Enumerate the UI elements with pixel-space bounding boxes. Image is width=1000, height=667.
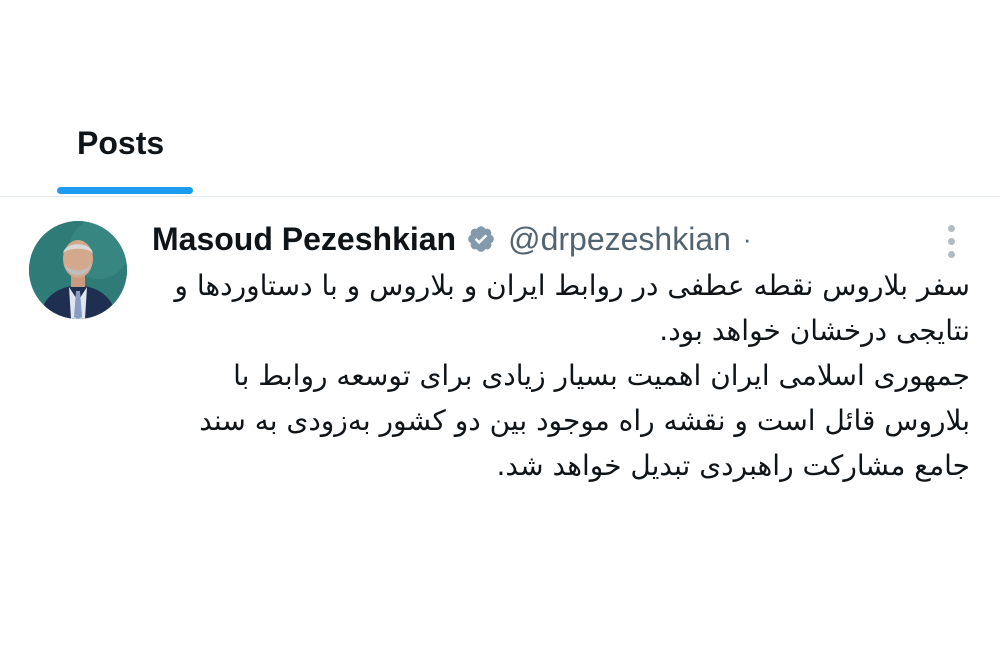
more-vertical-icon-dot [948, 238, 955, 245]
more-vertical-icon-dot [948, 251, 955, 258]
verified-badge-icon [466, 224, 496, 254]
tab-posts-label: Posts [77, 125, 165, 161]
active-tab-indicator [57, 187, 193, 194]
avatar[interactable] [29, 221, 127, 319]
post-paragraph: سفر بلاروس نقطه عطفی در روابط ایران و بل… [174, 269, 970, 347]
post-text: سفر بلاروس نقطه عطفی در روابط ایران و بل… [140, 263, 970, 488]
post-paragraph: جمهوری اسلامی ایران اهمیت بسیار زیادی بر… [199, 359, 970, 482]
post-item[interactable]: Masoud Pezeshkian @drpezeshkian · سفر بل… [0, 197, 1000, 667]
more-vertical-icon [948, 225, 955, 232]
display-name[interactable]: Masoud Pezeshkian [152, 221, 456, 258]
post-header: Masoud Pezeshkian @drpezeshkian · [152, 217, 752, 261]
tab-posts[interactable]: Posts [57, 110, 193, 196]
separator-dot: · [742, 223, 752, 254]
user-handle[interactable]: @drpezeshkian [508, 221, 731, 258]
profile-tabs: Posts [0, 0, 1000, 196]
more-options-button[interactable] [936, 221, 966, 261]
avatar-image [29, 221, 127, 319]
